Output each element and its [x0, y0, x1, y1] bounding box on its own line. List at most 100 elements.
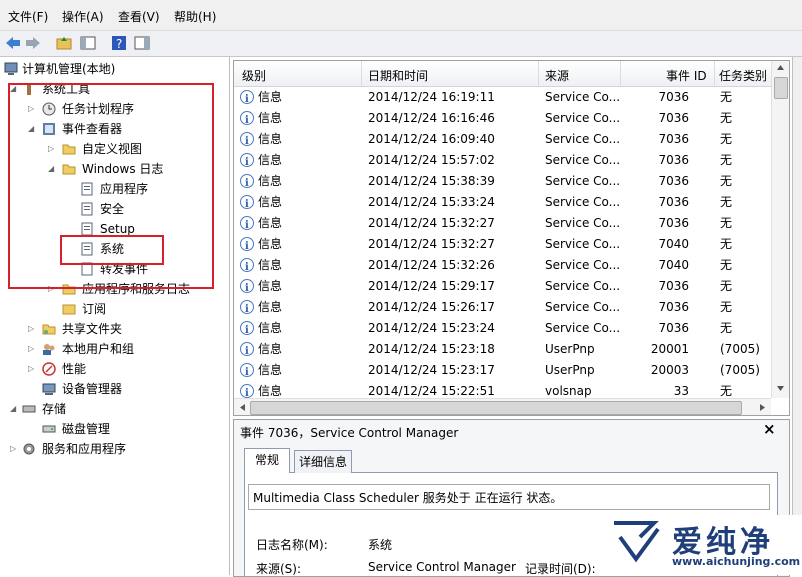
event-description[interactable]: Multimedia Class Scheduler 服务处于 正在运行 状态。 [248, 484, 770, 510]
cell-datetime: 2014/12/24 15:23:17 [368, 363, 495, 377]
cell-task-category: 无 [720, 279, 733, 293]
scroll-right-icon[interactable] [758, 403, 767, 412]
cell-event-id: 7040 [658, 237, 689, 251]
cell-level: 信息 [258, 216, 283, 230]
info-icon [240, 257, 254, 278]
tree-label: 服务和应用程序 [42, 442, 127, 456]
info-icon [240, 236, 254, 257]
table-row[interactable]: 信息 2014/12/24 15:26:17 Service Co... 7036 无 [234, 297, 771, 320]
show-hide-action-pane-icon[interactable] [133, 34, 151, 52]
table-row[interactable]: 信息 2014/12/24 15:32:27 Service Co... 7036 无 [234, 213, 771, 236]
cell-task-category: 无 [720, 321, 733, 335]
col-separator[interactable] [538, 61, 539, 86]
hscroll-thumb[interactable] [250, 401, 742, 415]
table-row[interactable]: 信息 2014/12/24 15:23:18 UserPnp 20001 (7005) [234, 339, 771, 362]
table-row[interactable]: 信息 2014/12/24 15:23:24 Service Co... 7036 无 [234, 318, 771, 341]
log-name-value: 系统 [368, 538, 393, 552]
expand-arrow-icon[interactable]: ▷ [28, 339, 38, 359]
back-icon[interactable] [4, 34, 22, 52]
cell-level: 信息 [258, 237, 283, 251]
cell-task-category: 无 [720, 111, 733, 125]
menu-view[interactable]: 查看(V) [118, 8, 160, 25]
cell-level: 信息 [258, 174, 283, 188]
table-row[interactable]: 信息 2014/12/24 15:32:26 Service Co... 7040 无 [234, 255, 771, 278]
show-hide-tree-icon[interactable] [79, 34, 97, 52]
cell-level: 信息 [258, 111, 283, 125]
cell-task-category: 无 [720, 300, 733, 314]
event-detail-title: 事件 7036，Service Control Manager [240, 426, 459, 440]
scroll-up-icon[interactable] [776, 63, 785, 72]
col-event-id[interactable]: 事件 ID [666, 67, 707, 84]
cell-event-id: 7036 [658, 279, 689, 293]
performance-icon [42, 362, 56, 376]
menu-action[interactable]: 操作(A) [62, 8, 104, 25]
tree-label: 设备管理器 [62, 382, 123, 396]
watermark: 爱纯净 www.aichunjing.com [602, 515, 802, 575]
tab-general[interactable]: 常规 [244, 448, 290, 473]
event-list: 级别 日期和时间 来源 事件 ID 任务类别 信息 2014/12/24 16:1… [233, 60, 790, 416]
up-folder-icon[interactable] [55, 34, 73, 52]
cell-datetime: 2014/12/24 15:57:02 [368, 153, 495, 167]
tab-details[interactable]: 详细信息 [294, 450, 352, 473]
cell-source: Service Co... [545, 195, 621, 209]
col-task-category[interactable]: 任务类别 [719, 67, 767, 84]
highlight-box-system [60, 235, 164, 265]
scroll-down-icon[interactable] [776, 384, 785, 393]
close-icon[interactable]: × [763, 420, 776, 438]
col-separator[interactable] [361, 61, 362, 86]
cell-task-category: 无 [720, 132, 733, 146]
table-row[interactable]: 信息 2014/12/24 15:32:27 Service Co... 7040 无 [234, 234, 771, 257]
cell-task-category: 无 [720, 258, 733, 272]
cell-level: 信息 [258, 342, 283, 356]
table-row[interactable]: 信息 2014/12/24 16:09:40 Service Co... 7036 无 [234, 129, 771, 152]
cell-datetime: 2014/12/24 15:26:17 [368, 300, 495, 314]
cell-event-id: 7036 [658, 300, 689, 314]
cell-level: 信息 [258, 363, 283, 377]
table-row[interactable]: 信息 2014/12/24 15:33:24 Service Co... 7036 无 [234, 192, 771, 215]
table-row[interactable]: 信息 2014/12/24 15:23:17 UserPnp 20003 (7005) [234, 360, 771, 383]
shared-folder-icon [42, 324, 56, 335]
tree-label: 订阅 [82, 302, 107, 316]
menu-file[interactable]: 文件(F) [8, 8, 48, 25]
horizontal-scrollbar[interactable] [234, 398, 771, 415]
toolbar: ? [0, 31, 802, 57]
help-icon[interactable]: ? [110, 34, 128, 52]
cell-task-category: 无 [720, 216, 733, 230]
info-icon [240, 215, 254, 236]
cell-event-id: 20001 [650, 342, 689, 356]
cell-source: UserPnp [545, 342, 595, 356]
expand-arrow-icon[interactable]: ▷ [28, 319, 38, 339]
cell-source: Service Co... [545, 111, 621, 125]
col-separator[interactable] [714, 61, 715, 86]
cell-datetime: 2014/12/24 15:32:27 [368, 216, 495, 230]
table-row[interactable]: 信息 2014/12/24 15:38:39 Service Co... 7036 无 [234, 171, 771, 194]
cell-source: Service Co... [545, 279, 621, 293]
col-source[interactable]: 来源 [545, 67, 569, 84]
cell-event-id: 7036 [658, 90, 689, 104]
expand-arrow-icon[interactable]: ▷ [10, 439, 20, 459]
cell-source: Service Co... [545, 321, 621, 335]
cell-level: 信息 [258, 321, 283, 335]
services-icon [23, 443, 35, 455]
vertical-scrollbar[interactable] [771, 61, 789, 398]
col-level[interactable]: 级别 [242, 67, 266, 84]
tree-label: 计算机管理(本地) [22, 62, 116, 76]
table-row[interactable]: 信息 2014/12/24 15:29:17 Service Co... 7036 无 [234, 276, 771, 299]
col-separator[interactable] [620, 61, 621, 86]
scroll-thumb[interactable] [774, 77, 788, 99]
cell-datetime: 2014/12/24 15:23:24 [368, 321, 495, 335]
collapse-arrow-icon[interactable]: ◢ [10, 399, 20, 419]
forward-icon[interactable] [24, 34, 42, 52]
cell-task-category: 无 [720, 174, 733, 188]
cell-source: Service Co... [545, 153, 621, 167]
cell-datetime: 2014/12/24 16:19:11 [368, 90, 495, 104]
users-icon [43, 344, 55, 355]
table-row[interactable]: 信息 2014/12/24 15:57:02 Service Co... 7036 无 [234, 150, 771, 173]
cell-source: Service Co... [545, 174, 621, 188]
scroll-left-icon[interactable] [238, 403, 247, 412]
col-datetime[interactable]: 日期和时间 [368, 67, 428, 84]
table-row[interactable]: 信息 2014/12/24 16:19:11 Service Co... 7036 无 [234, 87, 771, 110]
expand-arrow-icon[interactable]: ▷ [28, 359, 38, 379]
table-row[interactable]: 信息 2014/12/24 16:16:46 Service Co... 7036 无 [234, 108, 771, 131]
menu-help[interactable]: 帮助(H) [174, 8, 216, 25]
